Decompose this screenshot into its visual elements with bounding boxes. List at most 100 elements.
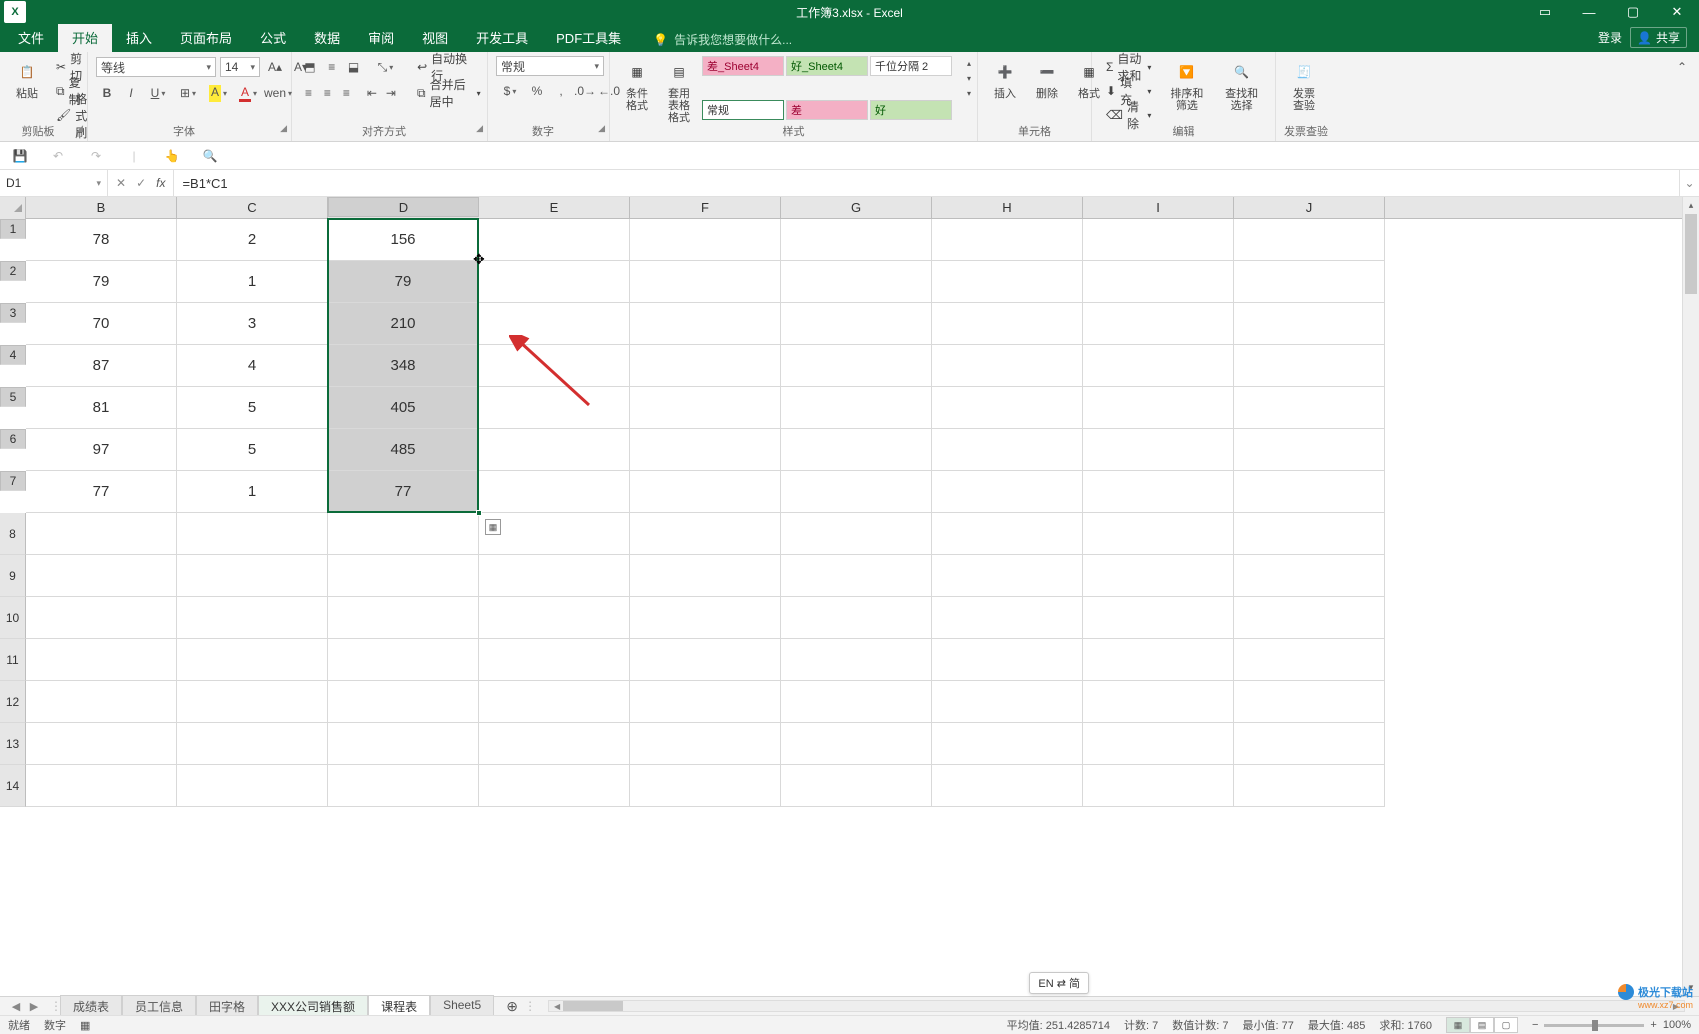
cell-F13[interactable] (630, 723, 781, 765)
cell-J12[interactable] (1234, 681, 1385, 723)
cell-E5[interactable] (479, 387, 630, 429)
cell-E6[interactable] (479, 429, 630, 471)
cell-D9[interactable] (328, 555, 479, 597)
cell-H9[interactable] (932, 555, 1083, 597)
tab-home[interactable]: 开始 (58, 23, 112, 52)
merge-center-button[interactable]: ⧉合并后居中▾ (411, 82, 487, 104)
border-button[interactable]: ⊞▾ (174, 82, 202, 104)
undo-button[interactable]: ↶ (48, 146, 68, 166)
align-bottom-button[interactable]: ⬓ (344, 56, 364, 78)
styles-scroll-up[interactable]: ▴ (958, 56, 980, 70)
cell-G1[interactable] (781, 219, 932, 261)
cell-style-item[interactable]: 好 (870, 100, 952, 120)
cell-F9[interactable] (630, 555, 781, 597)
cell-style-item[interactable]: 常规 (702, 100, 784, 120)
save-button[interactable]: 💾 (10, 146, 30, 166)
accounting-format-button[interactable]: $▾ (496, 80, 524, 102)
cell-D1[interactable]: 156 (328, 219, 479, 261)
zoom-in-button[interactable]: + (1650, 1019, 1656, 1031)
sheet-nav-prev[interactable]: ◀ (8, 1000, 24, 1013)
cell-C11[interactable] (177, 639, 328, 681)
column-header-J[interactable]: J (1234, 197, 1385, 218)
font-family-select[interactable]: 等线▾ (96, 57, 216, 77)
fill-handle[interactable] (476, 510, 482, 516)
column-header-I[interactable]: I (1083, 197, 1234, 218)
column-header-E[interactable]: E (479, 197, 630, 218)
invoice-check-button[interactable]: 🧾发票 查验 (1284, 56, 1324, 112)
cell-H4[interactable] (932, 345, 1083, 387)
cell-E10[interactable] (479, 597, 630, 639)
cell-G10[interactable] (781, 597, 932, 639)
phonetic-button[interactable]: wen▾ (264, 82, 292, 104)
zoom-value[interactable]: 100% (1663, 1019, 1691, 1031)
tab-review[interactable]: 审阅 (354, 23, 408, 52)
row-header[interactable]: 9 (0, 555, 26, 597)
cell-D4[interactable]: 348 (328, 345, 479, 387)
insert-function-button[interactable]: fx (156, 176, 165, 190)
cell-D10[interactable] (328, 597, 479, 639)
align-top-button[interactable]: ⬒ (300, 56, 320, 78)
cell-I13[interactable] (1083, 723, 1234, 765)
find-select-button[interactable]: 🔍查找和选择 (1216, 56, 1267, 112)
cell-E4[interactable] (479, 345, 630, 387)
cell-H5[interactable] (932, 387, 1083, 429)
cancel-formula-button[interactable]: ✕ (116, 176, 126, 190)
column-header-C[interactable]: C (177, 197, 328, 218)
cell-J2[interactable] (1234, 261, 1385, 303)
cell-G12[interactable] (781, 681, 932, 723)
decrease-indent-button[interactable]: ⇤ (363, 82, 380, 104)
cell-C3[interactable]: 3 (177, 303, 328, 345)
expand-formula-bar-button[interactable]: ⌄ (1679, 170, 1699, 196)
collapse-ribbon-button[interactable]: ⌃ (1671, 56, 1693, 78)
sort-filter-button[interactable]: 🔽排序和筛选 (1161, 56, 1212, 112)
column-header-G[interactable]: G (781, 197, 932, 218)
cell-C2[interactable]: 1 (177, 261, 328, 303)
cell-D6[interactable]: 485 (328, 429, 479, 471)
cell-J8[interactable] (1234, 513, 1385, 555)
cell-G2[interactable] (781, 261, 932, 303)
cell-J4[interactable] (1234, 345, 1385, 387)
cell-C8[interactable] (177, 513, 328, 555)
styles-more-button[interactable]: ▾ (958, 86, 980, 100)
cell-H3[interactable] (932, 303, 1083, 345)
column-header-D[interactable]: D (328, 197, 479, 217)
cell-I5[interactable] (1083, 387, 1234, 429)
signin-link[interactable]: 登录 (1598, 29, 1622, 46)
comma-button[interactable]: , (550, 80, 572, 102)
cell-J5[interactable] (1234, 387, 1385, 429)
cell-I9[interactable] (1083, 555, 1234, 597)
cell-D7[interactable]: 77 (328, 471, 479, 513)
cell-H14[interactable] (932, 765, 1083, 807)
cell-F1[interactable] (630, 219, 781, 261)
increase-decimal-button[interactable]: .0→ (574, 80, 596, 102)
page-layout-view-button[interactable]: ▤ (1470, 1017, 1494, 1033)
cell-B3[interactable]: 70 (26, 303, 177, 345)
row-header[interactable]: 11 (0, 639, 26, 681)
cell-B9[interactable] (26, 555, 177, 597)
cell-J11[interactable] (1234, 639, 1385, 681)
cell-D14[interactable] (328, 765, 479, 807)
cell-I8[interactable] (1083, 513, 1234, 555)
cell-I10[interactable] (1083, 597, 1234, 639)
cell-style-item[interactable]: 差_Sheet4 (702, 56, 784, 76)
align-right-button[interactable]: ≡ (338, 82, 355, 104)
touch-mode-button[interactable]: 👆 (162, 146, 182, 166)
redo-button[interactable]: ↷ (86, 146, 106, 166)
cell-G13[interactable] (781, 723, 932, 765)
percent-button[interactable]: % (526, 80, 548, 102)
cell-F8[interactable] (630, 513, 781, 555)
increase-indent-button[interactable]: ⇥ (382, 82, 399, 104)
cell-I2[interactable] (1083, 261, 1234, 303)
align-middle-button[interactable]: ≡ (322, 56, 342, 78)
cell-C13[interactable] (177, 723, 328, 765)
align-center-button[interactable]: ≡ (319, 82, 336, 104)
cell-D12[interactable] (328, 681, 479, 723)
cell-J13[interactable] (1234, 723, 1385, 765)
cell-C6[interactable]: 5 (177, 429, 328, 471)
cell-B2[interactable]: 79 (26, 261, 177, 303)
cell-J7[interactable] (1234, 471, 1385, 513)
row-header[interactable]: 5 (0, 387, 26, 407)
cell-G11[interactable] (781, 639, 932, 681)
cell-H2[interactable] (932, 261, 1083, 303)
cell-J3[interactable] (1234, 303, 1385, 345)
